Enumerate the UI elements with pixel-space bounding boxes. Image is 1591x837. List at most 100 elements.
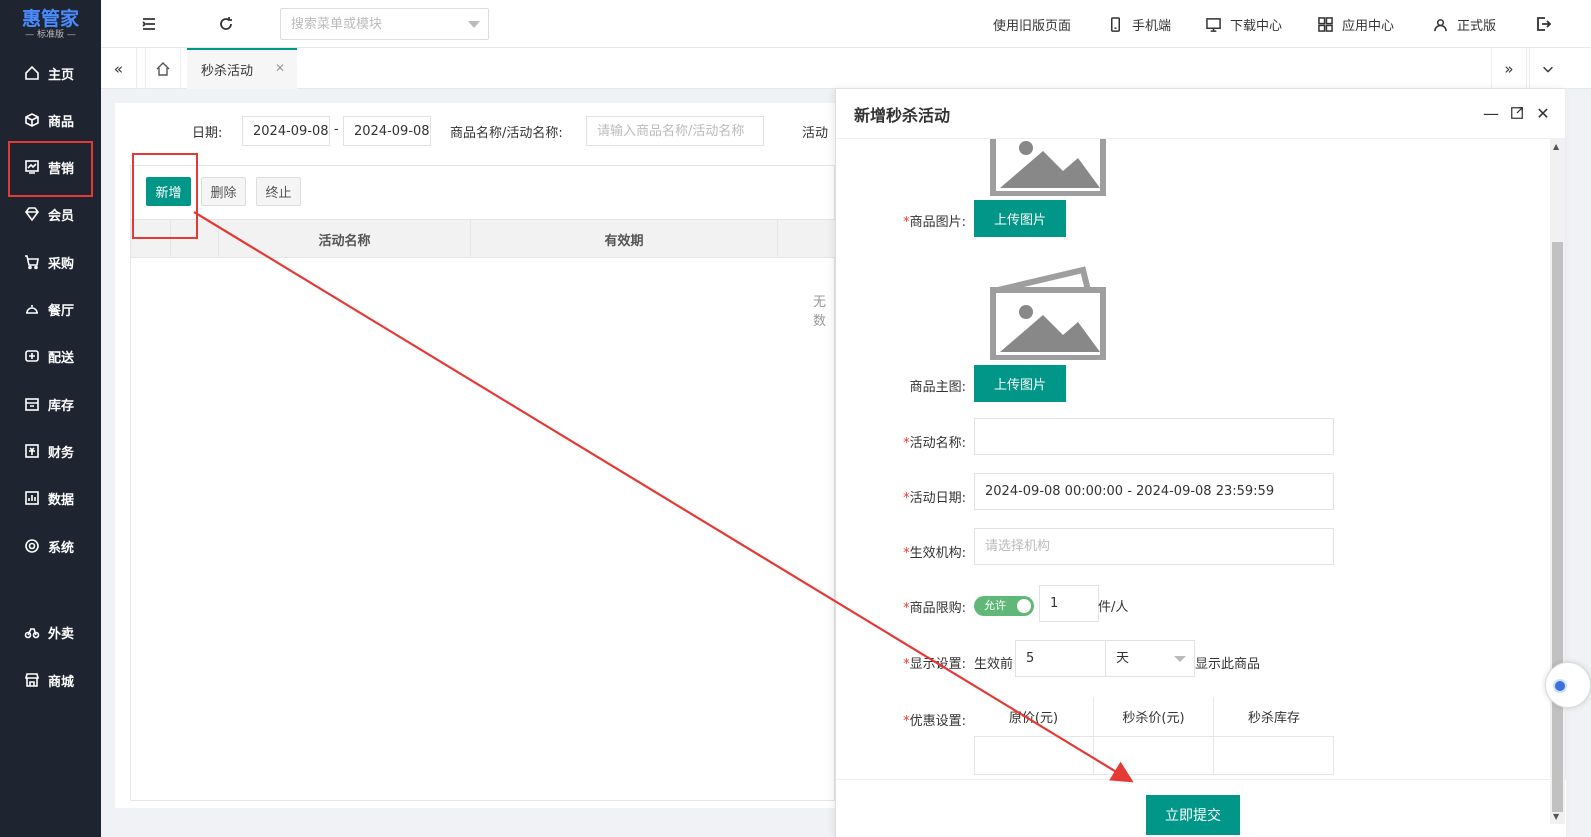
finance-icon <box>24 443 40 459</box>
sidebar-item-label: 财务 <box>48 445 75 461</box>
sidebar-item-finance[interactable]: 财务 <box>0 431 101 471</box>
sidebar-item-inventory[interactable]: 库存 <box>0 384 101 424</box>
sidebar-item-mall[interactable]: 商城 <box>0 660 101 700</box>
sidebar-item-restaurant[interactable]: 餐厅 <box>0 289 101 329</box>
original-price-input[interactable] <box>974 736 1094 775</box>
tabs-bar: « 秒杀活动 ✕ » <box>101 48 1591 89</box>
panel-form: *商品图片: 上传图片 商品主图: 上传图片 *活动名称: *活动日期: *生效… <box>850 139 1552 779</box>
upload-product-image-button[interactable]: 上传图片 <box>974 200 1066 237</box>
main-image-label-wrap: 商品主图: <box>850 376 966 395</box>
cart-icon <box>24 254 40 270</box>
menu-toggle-icon[interactable] <box>139 14 159 34</box>
seckill-price-input[interactable] <box>1094 736 1214 775</box>
empty-state-text: 无数 <box>813 295 827 329</box>
sidebar-item-purchase[interactable]: 采购 <box>0 242 101 282</box>
logout-icon[interactable] <box>1533 14 1553 34</box>
app-center-link[interactable]: 应用中心 <box>1318 0 1394 48</box>
limit-toggle-switch[interactable]: 允许 <box>974 596 1034 616</box>
org-label-wrap: *生效机构: <box>850 542 966 561</box>
upload-main-image-button[interactable]: 上传图片 <box>974 365 1066 402</box>
settings-icon <box>24 538 40 554</box>
display-label-wrap: *显示设置: <box>850 653 966 672</box>
sidebar-item-label: 餐厅 <box>48 303 75 319</box>
sidebar-item-label: 主页 <box>48 67 75 83</box>
tab-seckill-activity[interactable]: 秒杀活动 ✕ <box>187 48 297 89</box>
box-icon <box>24 112 40 128</box>
top-bar: 使用旧版页面 手机端 下载中心 应用中心 正式版 <box>101 0 1591 48</box>
sidebar-item-data[interactable]: 数据 <box>0 478 101 518</box>
logo-edition: — 标准版 — <box>25 29 76 40</box>
minimize-icon[interactable]: — <box>1482 104 1500 123</box>
assistant-float-button[interactable] <box>1545 662 1591 708</box>
sidebar-item-members[interactable]: 会员 <box>0 194 101 234</box>
menu-search-input[interactable] <box>280 8 489 40</box>
delete-button[interactable]: 删除 <box>201 177 246 206</box>
activity-date-label: 活动日期: <box>909 491 966 506</box>
scroll-up-icon[interactable]: ▲ <box>1553 142 1559 151</box>
main-image-placeholder-icon <box>990 266 1106 360</box>
main-image-label: 商品主图: <box>909 380 966 395</box>
product-activity-name-input[interactable] <box>586 116 764 146</box>
toggle-knob <box>1017 599 1031 613</box>
activity-date-label-wrap: *活动日期: <box>850 487 966 506</box>
panel-footer: 立即提交 <box>836 779 1566 837</box>
home-tab-icon[interactable] <box>145 48 181 89</box>
tabs-menu-chevron-icon[interactable] <box>1529 48 1565 89</box>
sidebar-item-takeout[interactable]: 外卖 <box>0 612 101 652</box>
limit-quantity-input[interactable]: 1 <box>1039 585 1099 622</box>
apps-grid-icon <box>1318 16 1333 32</box>
tabs-scroll-left-icon[interactable]: « <box>101 48 137 89</box>
main-content: 日期: - 商品名称/活动名称: 活动 新增 删除 终止 活动名称 有效期 无数 <box>115 103 836 808</box>
stop-button[interactable]: 终止 <box>256 177 301 206</box>
date-from-input[interactable] <box>242 116 330 146</box>
app-center-label: 应用中心 <box>1342 18 1395 34</box>
data-icon <box>24 490 40 506</box>
user-edition-link[interactable]: 正式版 <box>1433 0 1496 48</box>
search-dropdown-icon[interactable] <box>468 21 480 28</box>
highlight-add-button <box>132 153 198 239</box>
refresh-icon[interactable] <box>216 14 236 34</box>
product-image-label-wrap: *商品图片: <box>850 211 966 230</box>
close-panel-icon[interactable]: ✕ <box>1534 104 1552 123</box>
old-version-link[interactable]: 使用旧版页面 <box>993 0 1071 48</box>
close-tab-icon[interactable]: ✕ <box>275 61 285 75</box>
seckill-stock-input[interactable] <box>1214 736 1334 775</box>
display-days-input[interactable]: 5 <box>1015 640 1106 677</box>
display-label: 显示设置: <box>909 657 966 672</box>
sidebar-item-home[interactable]: 主页 <box>0 53 101 93</box>
logo: 惠管家 — 标准版 — <box>0 0 101 48</box>
activity-date-input[interactable] <box>974 473 1334 510</box>
maximize-icon[interactable] <box>1508 104 1526 122</box>
product-image-label: 商品图片: <box>909 215 966 230</box>
column-activity-name: 活动名称 <box>219 220 471 258</box>
date-label: 日期: <box>192 126 223 141</box>
date-to-input[interactable] <box>343 116 431 146</box>
panel-title: 新增秒杀活动 <box>854 105 951 125</box>
product-activity-name-label: 商品名称/活动名称: <box>450 126 563 141</box>
sidebar-item-system[interactable]: 系统 <box>0 526 101 566</box>
scrollbar-thumb[interactable] <box>1552 242 1563 812</box>
sidebar: 惠管家 — 标准版 — 主页 商品 营销 会员 采购 餐厅 配送 库存 财务 数… <box>0 0 101 837</box>
date-separator: - <box>334 122 339 137</box>
sidebar-item-delivery[interactable]: 配送 <box>0 336 101 376</box>
download-center-link[interactable]: 下载中心 <box>1206 0 1282 48</box>
sidebar-item-products[interactable]: 商品 <box>0 100 101 140</box>
submit-button[interactable]: 立即提交 <box>1146 795 1240 835</box>
scroll-down-icon[interactable]: ▼ <box>1553 812 1559 821</box>
panel-scrollbar[interactable]: ▲ ▼ <box>1550 138 1565 824</box>
column-seckill-stock: 秒杀库存 <box>1247 711 1300 726</box>
activity-status-label: 活动 <box>802 126 829 141</box>
bike-icon <box>24 624 40 640</box>
inventory-icon <box>24 396 40 412</box>
tab-label: 秒杀活动 <box>201 64 254 79</box>
tabs-scroll-right-icon[interactable]: » <box>1491 48 1527 89</box>
download-icon <box>1206 17 1221 32</box>
activity-name-input[interactable] <box>974 418 1334 455</box>
display-unit-select[interactable]: 天 <box>1105 640 1195 677</box>
old-version-label: 使用旧版页面 <box>993 18 1072 34</box>
assistant-icon <box>1553 679 1567 693</box>
org-select-input[interactable] <box>974 528 1334 565</box>
limit-label: 商品限购: <box>909 601 966 616</box>
table-header: 活动名称 有效期 <box>131 219 836 258</box>
mobile-link[interactable]: 手机端 <box>1108 0 1171 48</box>
